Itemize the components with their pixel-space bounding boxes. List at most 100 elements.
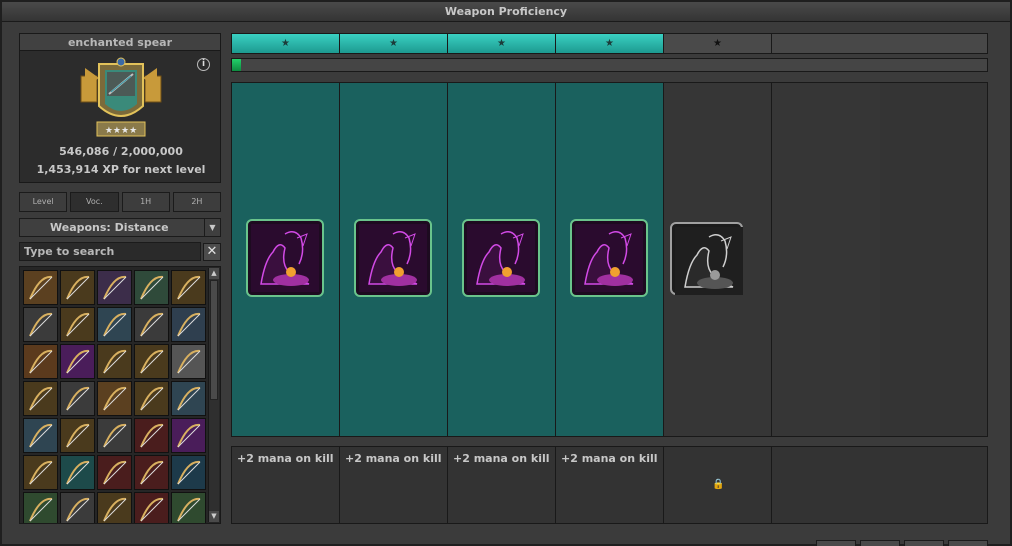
chevron-down-icon[interactable]: ▼	[204, 219, 220, 236]
bow-icon	[103, 349, 127, 374]
bottom-button[interactable]	[948, 540, 988, 546]
perk-description-3: +2 mana on kill	[448, 447, 556, 523]
weapon-badge-icon: ★★★★	[80, 57, 162, 137]
weapon-slot[interactable]	[134, 270, 169, 305]
bow-icon	[103, 275, 127, 300]
bottom-button[interactable]	[860, 540, 900, 546]
weapon-slot[interactable]	[171, 381, 206, 416]
level-star-4: ★	[556, 34, 664, 53]
tab-one-handed[interactable]: 1H	[121, 192, 170, 212]
weapon-slot[interactable]	[171, 344, 206, 379]
perk-column-1[interactable]	[232, 83, 340, 436]
perk-column-3[interactable]	[448, 83, 556, 436]
bottom-button[interactable]	[816, 540, 856, 546]
scroll-up-icon[interactable]: ▲	[209, 268, 219, 279]
weapon-slot[interactable]	[60, 270, 95, 305]
scroll-thumb[interactable]	[210, 280, 218, 400]
close-icon[interactable]: ✕	[203, 243, 221, 261]
weapon-slot[interactable]	[23, 381, 58, 416]
mana-perk-icon	[675, 227, 743, 295]
perk-icon[interactable]	[246, 219, 324, 297]
weapon-type-selected: Weapons: Distance	[50, 221, 169, 234]
weapon-slot[interactable]	[60, 492, 95, 523]
perk-description-5: 🔒	[664, 447, 772, 523]
mana-perk-icon	[575, 224, 643, 292]
weapon-list-scrollbar[interactable]: ▲ ▼	[208, 268, 219, 522]
perk-icon[interactable]	[570, 219, 648, 297]
weapon-slot[interactable]	[134, 344, 169, 379]
weapon-slot[interactable]	[23, 307, 58, 342]
bow-icon	[66, 386, 90, 411]
weapon-slot[interactable]	[60, 418, 95, 453]
bow-icon	[177, 423, 201, 448]
bow-icon	[177, 497, 201, 522]
weapon-name: enchanted spear	[20, 34, 220, 51]
xp-progress-bar	[231, 58, 988, 72]
weapon-slot[interactable]	[97, 270, 132, 305]
weapon-slot[interactable]	[23, 344, 58, 379]
weapon-slot[interactable]	[23, 270, 58, 305]
level-star-2: ★	[340, 34, 448, 53]
svg-text:★★★★: ★★★★	[105, 126, 137, 136]
weapon-slot[interactable]	[134, 307, 169, 342]
weapon-slot[interactable]	[23, 455, 58, 490]
perk-column-4[interactable]	[556, 83, 664, 436]
tab-vocation[interactable]: Voc.	[70, 192, 119, 212]
weapon-type-dropdown[interactable]: Weapons: Distance ▼	[19, 218, 221, 237]
weapon-slot[interactable]	[171, 270, 206, 305]
scroll-down-icon[interactable]: ▼	[209, 511, 219, 522]
tab-two-handed[interactable]: 2H	[172, 192, 221, 212]
perk-icon[interactable]	[462, 219, 540, 297]
bow-icon	[103, 497, 127, 522]
weapon-slot[interactable]	[97, 344, 132, 379]
bow-icon	[177, 275, 201, 300]
bow-icon	[140, 386, 164, 411]
perk-icon[interactable]	[670, 222, 743, 295]
search-input[interactable]: Type to search	[19, 242, 201, 261]
weapon-slot[interactable]	[60, 381, 95, 416]
proficiency-main: ★ ★ ★ ★ ★ +2 mana on kill +2 mana on kil…	[231, 33, 988, 524]
weapon-slot[interactable]	[97, 381, 132, 416]
perk-column-5[interactable]	[664, 83, 772, 436]
perk-column-2[interactable]	[340, 83, 448, 436]
weapon-slot[interactable]	[97, 492, 132, 523]
window-title[interactable]: Weapon Proficiency	[2, 2, 1010, 22]
weapon-slot[interactable]	[97, 455, 132, 490]
xp-progress-text: 546,086 / 2,000,000	[59, 145, 183, 158]
bow-icon	[66, 460, 90, 485]
xp-next-level-text: 1,453,914 XP for next level	[36, 163, 206, 176]
perk-icon[interactable]	[354, 219, 432, 297]
bottom-buttons	[816, 540, 988, 546]
weapon-slot[interactable]	[97, 418, 132, 453]
mana-perk-icon	[467, 224, 535, 292]
bow-icon	[29, 497, 53, 522]
bow-icon	[66, 275, 90, 300]
weapon-slot[interactable]	[23, 418, 58, 453]
weapon-slot[interactable]	[60, 344, 95, 379]
mana-perk-icon	[251, 224, 319, 292]
weapon-slot[interactable]	[171, 307, 206, 342]
weapon-slot[interactable]	[171, 492, 206, 523]
weapon-info-panel: enchanted spear i ★★★★ 546,086 / 2,000,0…	[19, 33, 221, 183]
level-star-3: ★	[448, 34, 556, 53]
weapon-slot[interactable]	[60, 307, 95, 342]
weapon-slot[interactable]	[134, 418, 169, 453]
weapon-slot[interactable]	[134, 381, 169, 416]
weapon-slot[interactable]	[171, 418, 206, 453]
bow-icon	[103, 423, 127, 448]
sort-tabs: Level Voc. 1H 2H	[19, 192, 221, 212]
weapon-slot[interactable]	[23, 492, 58, 523]
info-icon[interactable]: i	[197, 58, 210, 71]
bow-icon	[29, 312, 53, 337]
tab-level[interactable]: Level	[19, 192, 68, 212]
weapon-slot[interactable]	[134, 455, 169, 490]
bow-icon	[177, 386, 201, 411]
mana-perk-icon	[359, 224, 427, 292]
weapon-slot[interactable]	[171, 455, 206, 490]
weapon-slot[interactable]	[134, 492, 169, 523]
bow-icon	[29, 275, 53, 300]
bottom-button[interactable]	[904, 540, 944, 546]
weapon-slot[interactable]	[60, 455, 95, 490]
weapon-slot[interactable]	[97, 307, 132, 342]
bow-icon	[140, 349, 164, 374]
